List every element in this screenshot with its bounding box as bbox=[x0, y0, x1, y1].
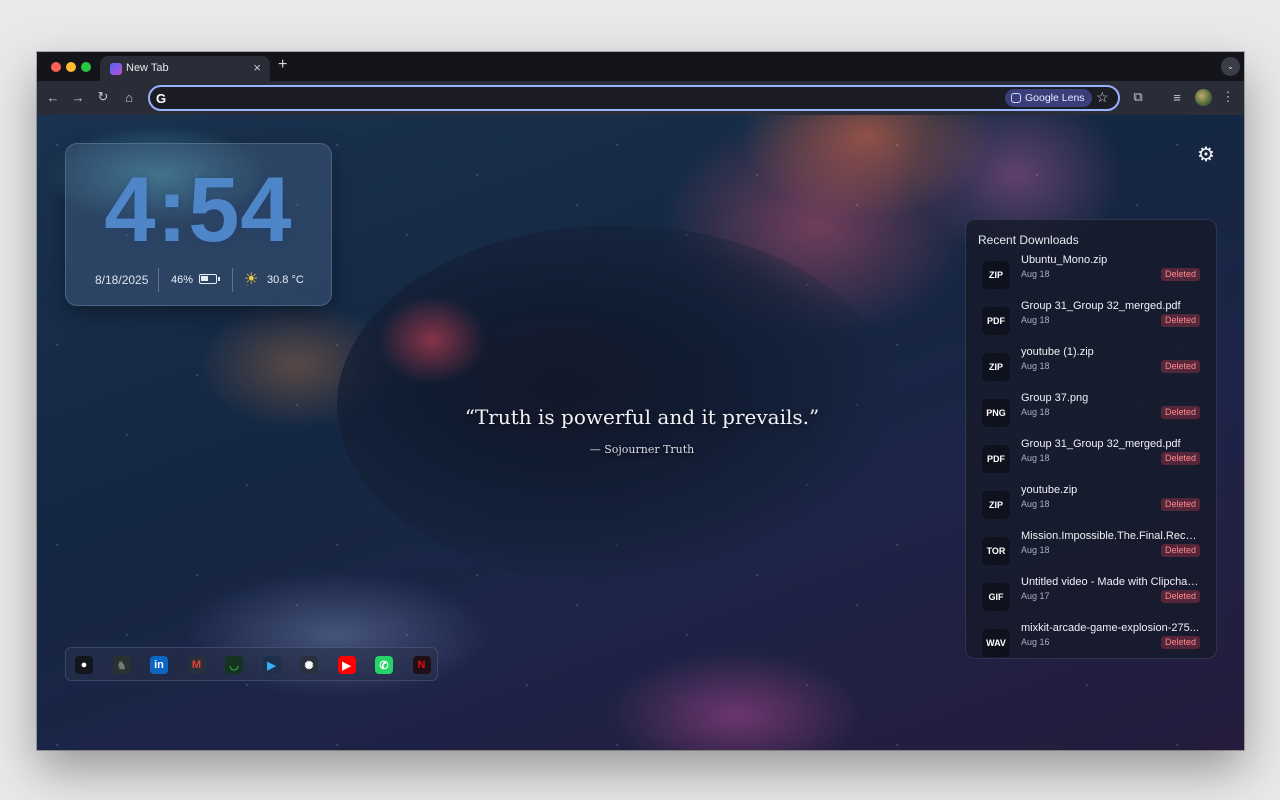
recent-downloads-panel: Recent Downloads ZIP Ubuntu_Mono.zip Aug 1… bbox=[965, 219, 1217, 659]
download-filename: Untitled video - Made with Clipcham... bbox=[1021, 576, 1201, 588]
download-item[interactable]: ZIP youtube (1).zip Aug 18 Deleted bbox=[982, 346, 1200, 393]
temperature: 30.8 °C bbox=[267, 274, 304, 286]
download-item[interactable]: ZIP youtube.zip Aug 18 Deleted bbox=[982, 484, 1200, 531]
github-icon[interactable]: ● bbox=[75, 656, 93, 674]
address-bar[interactable]: G Google Lens ☆ bbox=[148, 85, 1120, 111]
download-status-badge: Deleted bbox=[1160, 544, 1200, 557]
download-item[interactable]: ZIP Ubuntu_Mono.zip Aug 18 Deleted bbox=[982, 254, 1200, 301]
bookmark-star-icon[interactable]: ☆ bbox=[1096, 89, 1109, 106]
download-status-badge: Deleted bbox=[1160, 360, 1200, 373]
download-date: Aug 18 bbox=[1021, 315, 1050, 325]
google-play-icon[interactable]: ▶ bbox=[262, 656, 281, 674]
download-date: Aug 18 bbox=[1021, 269, 1050, 279]
close-window-button[interactable] bbox=[51, 62, 61, 72]
downloads-title: Recent Downloads bbox=[978, 233, 1079, 247]
download-status-badge: Deleted bbox=[1160, 636, 1200, 649]
download-item[interactable]: PDF Group 31_Group 32_merged.pdf Aug 18 Del… bbox=[982, 300, 1200, 347]
monster-mouth-glow bbox=[377, 295, 487, 385]
netflix-icon[interactable]: N bbox=[412, 656, 431, 674]
media-controls-icon[interactable]: ≡ bbox=[1169, 89, 1185, 105]
download-status-badge: Deleted bbox=[1160, 314, 1200, 327]
divider bbox=[232, 268, 233, 292]
quote-text: “Truth is powerful and it prevails.” bbox=[464, 405, 820, 429]
download-filename: Mission.Impossible.The.Final.Reckon... bbox=[1021, 530, 1201, 542]
download-filename: Group 37.png bbox=[1021, 392, 1089, 404]
tradingview-icon[interactable]: ◡ bbox=[225, 656, 243, 674]
file-type-badge: ZIP bbox=[982, 491, 1010, 519]
download-filename: Group 31_Group 32_merged.pdf bbox=[1021, 438, 1181, 450]
file-type-badge: PDF bbox=[982, 307, 1010, 335]
back-arrow-icon[interactable]: ← bbox=[45, 89, 61, 105]
download-date: Aug 18 bbox=[1021, 407, 1050, 417]
lens-icon bbox=[1011, 93, 1021, 103]
file-type-badge: PDF bbox=[982, 445, 1010, 473]
download-filename: Ubuntu_Mono.zip bbox=[1021, 254, 1108, 266]
youtube-icon[interactable]: ▶ bbox=[337, 656, 356, 674]
gear-icon[interactable]: ⚙ bbox=[1197, 142, 1215, 167]
download-date: Aug 18 bbox=[1021, 545, 1050, 555]
battery-percent: 46% bbox=[171, 274, 194, 286]
clock-widget: 4:54 8/18/2025 46% ☀ 30.8 °C bbox=[65, 143, 332, 306]
download-date: Aug 18 bbox=[1021, 361, 1050, 371]
chatgpt-icon[interactable]: ✺ bbox=[300, 656, 318, 674]
file-type-badge: TOR bbox=[982, 537, 1010, 565]
tab-strip: New Tab × + ⌄ bbox=[37, 52, 1244, 81]
download-date: Aug 18 bbox=[1021, 499, 1050, 509]
new-tab-page: 4:54 8/18/2025 46% ☀ 30.8 °C ⚙ “Truth is… bbox=[37, 115, 1244, 750]
download-item[interactable]: PNG Group 37.png Aug 18 Deleted bbox=[982, 392, 1200, 439]
gmail-icon[interactable]: M bbox=[187, 656, 206, 674]
google-lens-button[interactable]: Google Lens bbox=[1005, 89, 1092, 107]
sun-weather-icon: ☀ bbox=[244, 271, 259, 288]
download-filename: youtube (1).zip bbox=[1021, 346, 1094, 358]
download-item[interactable]: WAV mixkit-arcade-game-explosion-275... Au… bbox=[982, 622, 1200, 658]
google-lens-label: Google Lens bbox=[1025, 92, 1085, 104]
download-item[interactable]: TOR Mission.Impossible.The.Final.Reckon..… bbox=[982, 530, 1201, 577]
download-status-badge: Deleted bbox=[1160, 590, 1200, 603]
reload-icon[interactable]: ↻ bbox=[95, 89, 111, 105]
download-item[interactable]: GIF Untitled video - Made with Clipcham..… bbox=[982, 576, 1201, 623]
download-status-badge: Deleted bbox=[1160, 406, 1200, 419]
download-date: Aug 17 bbox=[1021, 591, 1050, 601]
profile-avatar[interactable] bbox=[1195, 89, 1212, 106]
file-type-badge: GIF bbox=[982, 583, 1010, 611]
file-type-badge: WAV bbox=[982, 629, 1010, 657]
extensions-puzzle-icon[interactable]: ⧉ bbox=[1130, 89, 1146, 105]
galaxy-favicon-icon bbox=[110, 63, 122, 75]
download-date: Aug 18 bbox=[1021, 453, 1050, 463]
download-item[interactable]: PDF Group 31_Group 32_merged.pdf Aug 18 Del… bbox=[982, 438, 1200, 485]
browser-window: New Tab × + ⌄ ← → ↻ ⌂ G Google Lens ☆ ⧉ … bbox=[37, 52, 1244, 750]
shortcut-bar: ● ♞ in M ◡ ▶ ✺ ▶ ✆ N bbox=[65, 647, 438, 681]
home-icon[interactable]: ⌂ bbox=[121, 89, 137, 105]
tab-close-icon[interactable]: × bbox=[253, 60, 261, 75]
download-date: Aug 16 bbox=[1021, 637, 1050, 647]
download-filename: Group 31_Group 32_merged.pdf bbox=[1021, 300, 1181, 312]
toolbar: ← → ↻ ⌂ G Google Lens ☆ ⧉ ≡ ⋮ bbox=[37, 81, 1244, 115]
clock-date: 8/18/2025 bbox=[95, 273, 149, 287]
divider bbox=[158, 268, 159, 292]
new-tab-button[interactable]: + bbox=[278, 56, 287, 74]
google-g-icon: G bbox=[156, 91, 167, 106]
download-filename: mixkit-arcade-game-explosion-275... bbox=[1021, 622, 1199, 634]
download-status-badge: Deleted bbox=[1160, 452, 1200, 465]
download-filename: youtube.zip bbox=[1021, 484, 1078, 496]
fullscreen-window-button[interactable] bbox=[81, 62, 91, 72]
more-menu-icon[interactable]: ⋮ bbox=[1220, 89, 1236, 105]
whatsapp-icon[interactable]: ✆ bbox=[375, 656, 393, 674]
file-type-badge: ZIP bbox=[982, 353, 1010, 381]
download-status-badge: Deleted bbox=[1160, 268, 1200, 281]
quote-author: — Sojourner Truth bbox=[589, 443, 695, 456]
download-status-badge: Deleted bbox=[1160, 498, 1200, 511]
file-type-badge: PNG bbox=[982, 399, 1010, 427]
clock-time: 4:54 bbox=[104, 159, 293, 261]
tab-title: New Tab bbox=[126, 62, 169, 74]
linkedin-icon[interactable]: in bbox=[150, 656, 168, 674]
godzilla-icon[interactable]: ♞ bbox=[112, 656, 131, 674]
tab-new-tab[interactable]: New Tab × bbox=[100, 56, 270, 81]
battery-icon bbox=[199, 274, 220, 284]
minimize-window-button[interactable] bbox=[66, 62, 76, 72]
forward-arrow-icon[interactable]: → bbox=[70, 89, 86, 105]
tab-search-chevron-icon[interactable]: ⌄ bbox=[1221, 57, 1240, 76]
file-type-badge: ZIP bbox=[982, 261, 1010, 289]
